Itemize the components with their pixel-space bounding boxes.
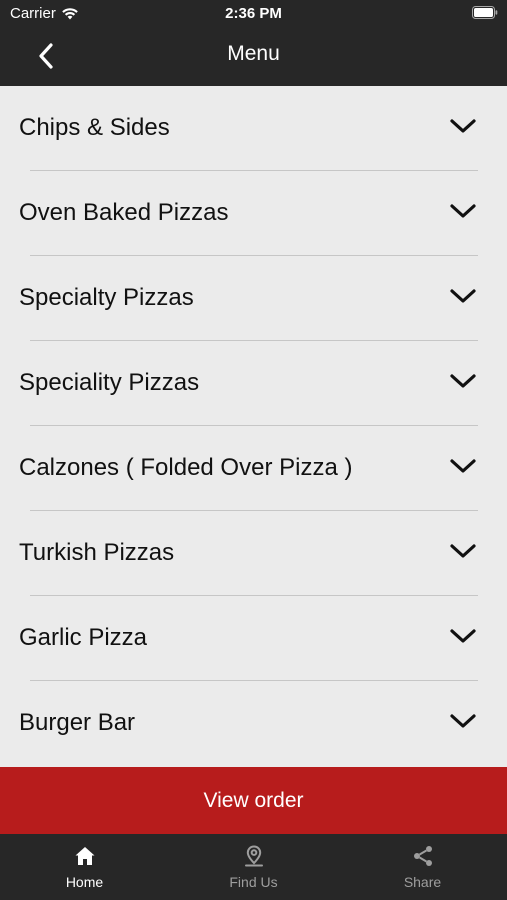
tab-bar: Home Find Us Share [0, 834, 507, 900]
menu-category-row[interactable]: Chips & Sides [0, 86, 507, 171]
menu-category-label: Turkish Pizzas [19, 539, 175, 566]
menu-category-row[interactable]: Specialty Pizzas [0, 256, 507, 341]
tab-share[interactable]: Share [338, 834, 507, 900]
tab-home[interactable]: Home [0, 834, 169, 900]
menu-category-row[interactable]: Burger Bar [0, 681, 507, 766]
share-icon [413, 846, 432, 866]
menu-category-row[interactable]: Calzones ( Folded Over Pizza ) [0, 426, 507, 511]
page-title: Menu [227, 42, 280, 65]
menu-category-label: Oven Baked Pizzas [19, 199, 229, 226]
menu-category-label: Chips & Sides [19, 114, 170, 141]
status-bar: Carrier 2:36 PM [0, 0, 507, 28]
chevron-down-icon [450, 459, 476, 473]
nav-bar: Menu [0, 30, 507, 82]
chevron-down-icon [450, 714, 476, 728]
menu-category-row[interactable]: Speciality Pizzas [0, 341, 507, 426]
location-pin-icon [244, 845, 263, 867]
top-bar: Carrier 2:36 PM Menu [0, 0, 507, 86]
chevron-down-icon [450, 374, 476, 388]
menu-category-label: Specialty Pizzas [19, 284, 194, 311]
battery-icon [472, 6, 498, 19]
menu-category-row[interactable]: Garlic Pizza [0, 596, 507, 681]
chevron-down-icon [450, 629, 476, 643]
menu-category-list: Chips & Sides Oven Baked Pizzas Specialt… [0, 86, 507, 767]
chevron-down-icon [450, 204, 476, 218]
chevron-down-icon [450, 544, 476, 558]
menu-category-label: Burger Bar [19, 709, 136, 736]
chevron-down-icon [450, 119, 476, 133]
menu-category-row[interactable]: Oven Baked Pizzas [0, 171, 507, 256]
menu-category-row[interactable]: Turkish Pizzas [0, 511, 507, 596]
status-time: 2:36 PM [225, 5, 282, 22]
view-order-label: View order [203, 788, 304, 812]
menu-category-label: Garlic Pizza [19, 624, 148, 651]
chevron-down-icon [450, 289, 476, 303]
menu-category-label: Speciality Pizzas [19, 369, 200, 396]
screen: Carrier 2:36 PM Menu Chips & Sides Oven … [0, 0, 507, 900]
menu-category-label: Calzones ( Folded Over Pizza ) [19, 454, 353, 481]
home-icon [75, 847, 94, 865]
view-order-button[interactable]: View order [0, 767, 507, 834]
tab-label: Find Us [229, 874, 278, 890]
tab-label: Home [65, 874, 104, 890]
tab-label: Share [403, 874, 442, 890]
tab-find-us[interactable]: Find Us [169, 834, 338, 900]
